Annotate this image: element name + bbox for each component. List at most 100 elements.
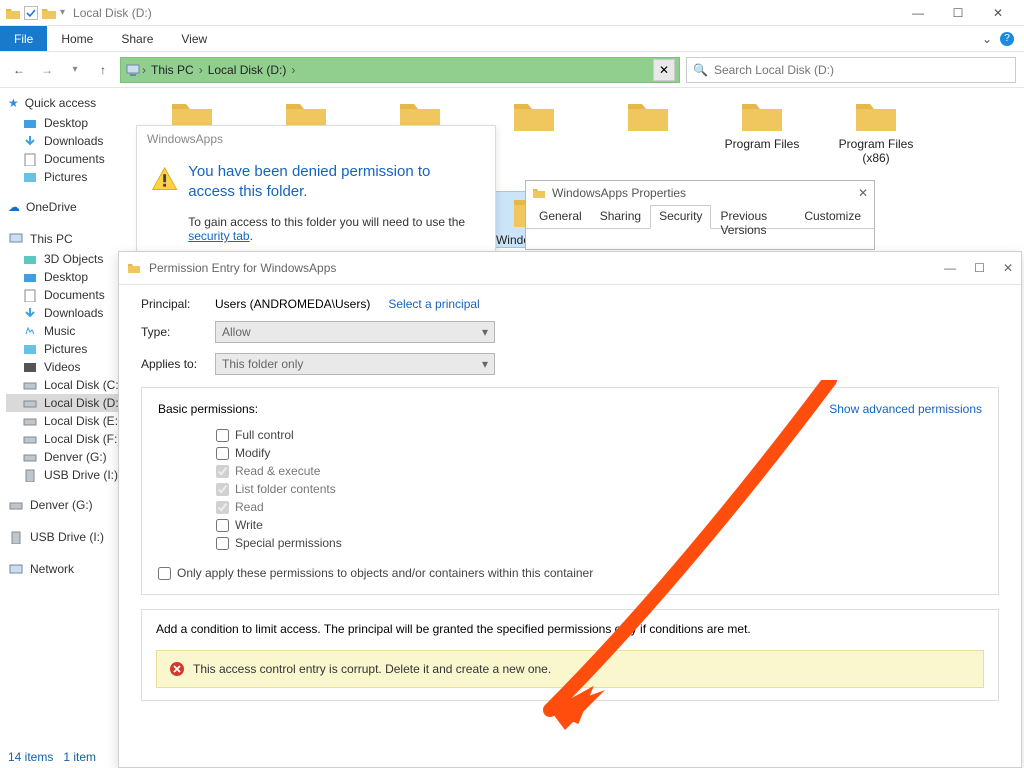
folder-item[interactable]: Program Files [718,96,806,166]
permission-checkbox[interactable] [216,429,229,442]
type-select[interactable]: Allow▾ [215,321,495,343]
view-tab[interactable]: View [167,26,221,51]
minimize-button[interactable]: — [904,6,932,20]
only-apply-label: Only apply these permissions to objects … [177,566,593,580]
onedrive-header[interactable]: ☁OneDrive [6,196,136,218]
breadcrumb-item[interactable]: This PC [147,63,198,77]
permission-label: Read [235,500,264,514]
properties-tab[interactable]: Previous Versions [711,205,795,228]
folder-icon [4,4,22,22]
chevron-right-icon[interactable]: › [290,63,296,77]
dialog-title: Permission Entry for WindowsApps [149,261,336,275]
properties-tab[interactable]: General [530,205,591,228]
security-tab-link[interactable]: security tab [188,229,249,243]
permission-label: Read & execute [235,464,320,478]
this-pc-header[interactable]: This PC [6,228,136,250]
show-advanced-link[interactable]: Show advanced permissions [829,402,982,416]
address-close-button[interactable]: ✕ [653,59,675,81]
permission-label: Write [235,518,263,532]
breadcrumb-item[interactable]: Local Disk (D:) [204,63,291,77]
chevron-down-icon: ▾ [482,357,488,371]
up-button[interactable]: ↑ [92,59,114,81]
help-icon[interactable]: ? [1000,32,1014,46]
share-tab[interactable]: Share [107,26,167,51]
properties-tab[interactable]: Customize [795,205,870,228]
recent-dropdown[interactable]: ▾ [64,59,86,81]
principal-value: Users (ANDROMEDA\Users) [215,297,370,311]
permission-entry-dialog: Permission Entry for WindowsApps — ☐ ✕ P… [118,251,1022,768]
tree-item[interactable]: Videos [6,358,136,376]
select-principal-link[interactable]: Select a principal [388,297,479,311]
tree-item[interactable]: Music [6,322,136,340]
tree-item[interactable]: Documents [6,150,136,168]
permission-label: Special permissions [235,536,342,550]
navigation-tree: ★Quick access Desktop Downloads Document… [0,88,136,728]
principal-label: Principal: [141,297,203,311]
star-icon: ★ [8,96,19,110]
status-bar: 14 items 1 item [8,750,96,764]
tree-item[interactable]: Downloads [6,132,136,150]
tree-item[interactable]: Pictures [6,340,136,358]
tree-item[interactable]: Local Disk (C:) [6,376,136,394]
dialog-help-text: To gain access to this folder you will n… [188,215,481,243]
permission-checkbox[interactable] [216,447,229,460]
permission-checkbox[interactable] [216,465,229,478]
navigation-row: ← → ▾ ↑ › This PC › Local Disk (D:) › ✕ … [0,52,1024,88]
search-box[interactable]: 🔍 [686,57,1016,83]
forward-button[interactable]: → [36,59,58,81]
search-input[interactable] [714,63,1009,77]
tree-item[interactable]: Local Disk (D:) [6,394,136,412]
tree-item[interactable]: Denver (G:) [6,448,136,466]
network-header[interactable]: Network [6,558,136,580]
close-button[interactable]: ✕ [1003,261,1013,275]
search-icon: 🔍 [693,63,708,77]
close-button[interactable]: ✕ [984,6,1012,20]
file-tab[interactable]: File [0,26,47,51]
folder-label: Program Files (x86) [832,138,920,166]
tree-item[interactable]: Desktop [6,268,136,286]
folder-item[interactable]: Program Files (x86) [832,96,920,166]
folder-item[interactable] [604,96,692,166]
tree-item[interactable]: Local Disk (E:) [6,412,136,430]
maximize-button[interactable]: ☐ [944,6,972,20]
quick-access-header[interactable]: ★Quick access [6,92,136,114]
tree-item[interactable]: Local Disk (F:) [6,430,136,448]
tree-item[interactable]: USB Drive (I:) [6,466,136,484]
properties-window: WindowsApps Properties ✕ GeneralSharingS… [525,180,875,250]
dialog-heading: You have been denied permission to acces… [188,162,481,201]
checkbox-icon[interactable] [24,6,38,20]
permission-checkbox[interactable] [216,537,229,550]
window-controls: — ☐ ✕ [904,6,1020,20]
properties-tab[interactable]: Security [650,205,711,229]
dialog-title: WindowsApps [137,126,495,152]
only-apply-checkbox[interactable] [158,567,171,580]
window-title: Local Disk (D:) [73,6,152,20]
cloud-icon: ☁ [8,200,20,214]
tree-item[interactable]: 3D Objects [6,250,136,268]
permission-checkbox[interactable] [216,519,229,532]
properties-tab[interactable]: Sharing [591,205,650,228]
ribbon: File Home Share View ⌄ ? [0,26,1024,52]
close-button[interactable]: ✕ [858,186,868,200]
tree-item[interactable]: Documents [6,286,136,304]
chevron-down-icon: ▾ [482,325,488,339]
permission-checkbox[interactable] [216,501,229,514]
address-bar[interactable]: › This PC › Local Disk (D:) › ✕ [120,57,680,83]
tree-item[interactable]: Pictures [6,168,136,186]
tree-item[interactable]: Downloads [6,304,136,322]
minimize-button[interactable]: — [944,261,956,275]
permission-label: List folder contents [235,482,336,496]
applies-to-select[interactable]: This folder only▾ [215,353,495,375]
folder-icon [127,262,141,274]
home-tab[interactable]: Home [47,26,107,51]
tree-item[interactable]: Denver (G:) [6,494,136,516]
permission-checkbox[interactable] [216,483,229,496]
maximize-button[interactable]: ☐ [974,261,985,275]
chevron-down-icon[interactable]: ⌄ [982,32,992,46]
back-button[interactable]: ← [8,59,30,81]
tree-item[interactable]: USB Drive (I:) [6,526,136,548]
qat-dropdown-icon[interactable]: ▾ [60,7,65,18]
folder-icon [532,187,546,199]
folder-item[interactable] [490,96,578,166]
tree-item[interactable]: Desktop [6,114,136,132]
